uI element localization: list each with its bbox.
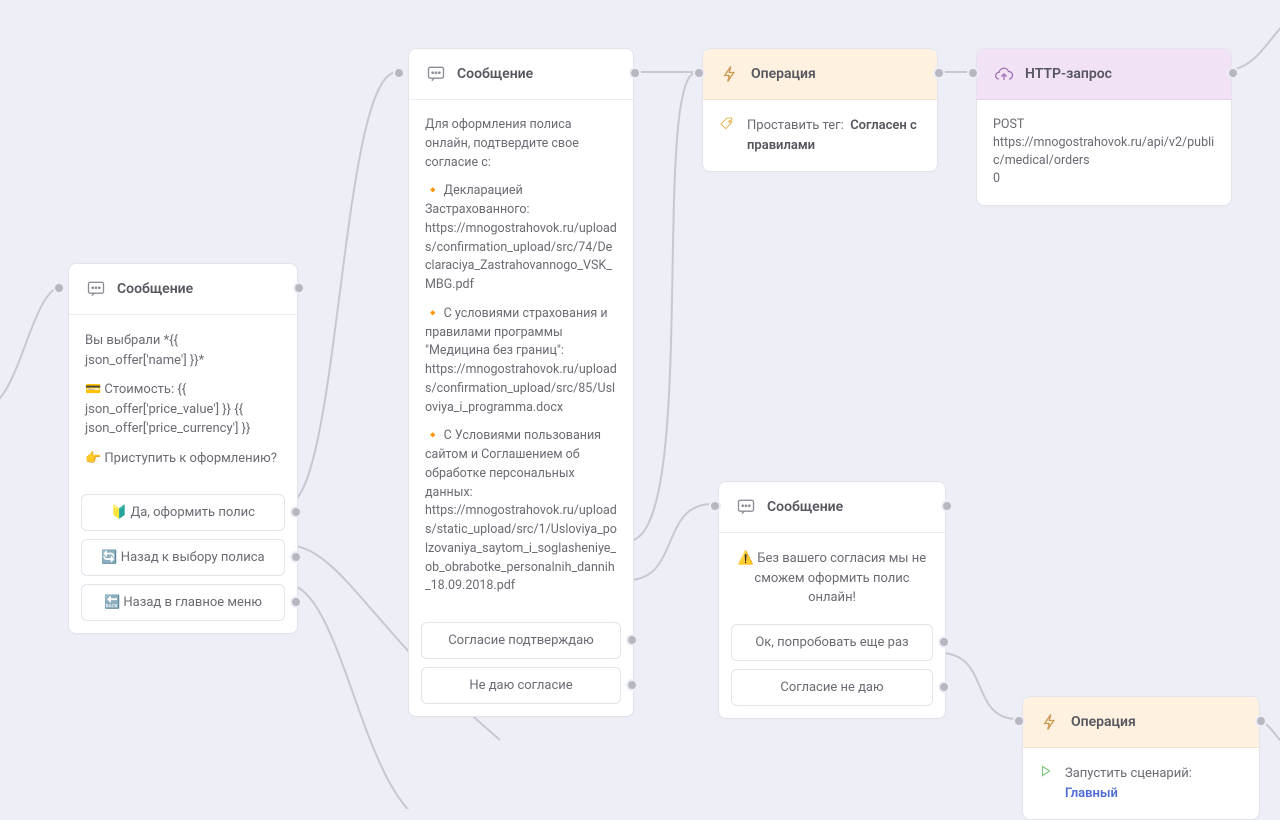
port-out[interactable] <box>293 282 305 294</box>
node-operation-tag[interactable]: Операция Проставить тег: Согласен с прав… <box>702 48 938 172</box>
btn-confirm-consent[interactable]: Согласие подтверждаю <box>421 622 621 659</box>
tag-icon <box>719 116 737 139</box>
lightning-icon <box>1039 711 1061 733</box>
node-header: Сообщение <box>719 482 945 533</box>
port-out[interactable] <box>938 636 950 648</box>
btn-no-consent[interactable]: Согласие не даю <box>731 669 933 706</box>
node-header: Сообщение <box>409 49 633 100</box>
btn-yes-order[interactable]: 🔰 Да, оформить полис <box>81 494 285 531</box>
port-out[interactable] <box>290 506 302 518</box>
node-header: HTTP-запрос <box>977 49 1231 100</box>
node-operation-run-scenario[interactable]: Операция Запустить сценарий: Главный <box>1022 696 1260 820</box>
play-icon <box>1039 764 1055 785</box>
message-icon <box>425 63 447 85</box>
node-body: ⚠️ Без вашего согласия мы не сможем офор… <box>719 533 945 624</box>
port-in[interactable] <box>393 67 405 79</box>
btn-back-main[interactable]: 🔙 Назад в главное меню <box>81 584 285 621</box>
node-header: Операция <box>1023 697 1259 748</box>
node-title: Сообщение <box>767 499 843 515</box>
node-title: Операция <box>1071 714 1136 730</box>
node-body: POST https://mnogostrahovok.ru/api/v2/pu… <box>977 100 1231 205</box>
port-out[interactable] <box>933 67 945 79</box>
btn-try-again[interactable]: Ок, попробовать еще раз <box>731 624 933 661</box>
port-out[interactable] <box>938 681 950 693</box>
port-in[interactable] <box>693 67 705 79</box>
node-header: Сообщение <box>69 264 297 315</box>
node-message-warning[interactable]: Сообщение ⚠️ Без вашего согласия мы не с… <box>718 481 946 719</box>
port-in[interactable] <box>1013 715 1025 727</box>
port-out[interactable] <box>290 551 302 563</box>
port-in[interactable] <box>53 282 65 294</box>
scenario-link[interactable]: Главный <box>1065 786 1118 801</box>
port-in[interactable] <box>967 67 979 79</box>
port-out[interactable] <box>626 679 638 691</box>
port-out[interactable] <box>1227 67 1239 79</box>
node-message-1[interactable]: Сообщение Вы выбрали *{{ json_offer['nam… <box>68 263 298 634</box>
node-http-request[interactable]: HTTP-запрос POST https://mnogostrahovok.… <box>976 48 1232 206</box>
btn-decline-consent[interactable]: Не даю согласие <box>421 667 621 704</box>
port-in[interactable] <box>709 500 721 512</box>
node-body: Запустить сценарий: Главный <box>1023 748 1259 819</box>
message-icon <box>735 496 757 518</box>
node-body: Проставить тег: Согласен с правилами <box>703 100 937 171</box>
port-out[interactable] <box>1255 715 1267 727</box>
port-out[interactable] <box>629 67 641 79</box>
port-out[interactable] <box>626 634 638 646</box>
node-title: Операция <box>751 66 816 82</box>
node-title: Сообщение <box>117 281 193 297</box>
node-body: Вы выбрали *{{ json_offer['name'] }}* 💳 … <box>69 315 297 494</box>
btn-back-select[interactable]: 🔄 Назад к выбору полиса <box>81 539 285 576</box>
lightning-icon <box>719 63 741 85</box>
cloud-upload-icon <box>993 63 1015 85</box>
port-out[interactable] <box>290 596 302 608</box>
node-title: Сообщение <box>457 66 533 82</box>
node-message-2[interactable]: Сообщение Для оформления полиса онлайн, … <box>408 48 634 717</box>
port-out[interactable] <box>941 500 953 512</box>
node-title: HTTP-запрос <box>1025 66 1112 82</box>
message-icon <box>85 278 107 300</box>
node-body: Для оформления полиса онлайн, подтвердит… <box>409 100 633 622</box>
node-header: Операция <box>703 49 937 100</box>
